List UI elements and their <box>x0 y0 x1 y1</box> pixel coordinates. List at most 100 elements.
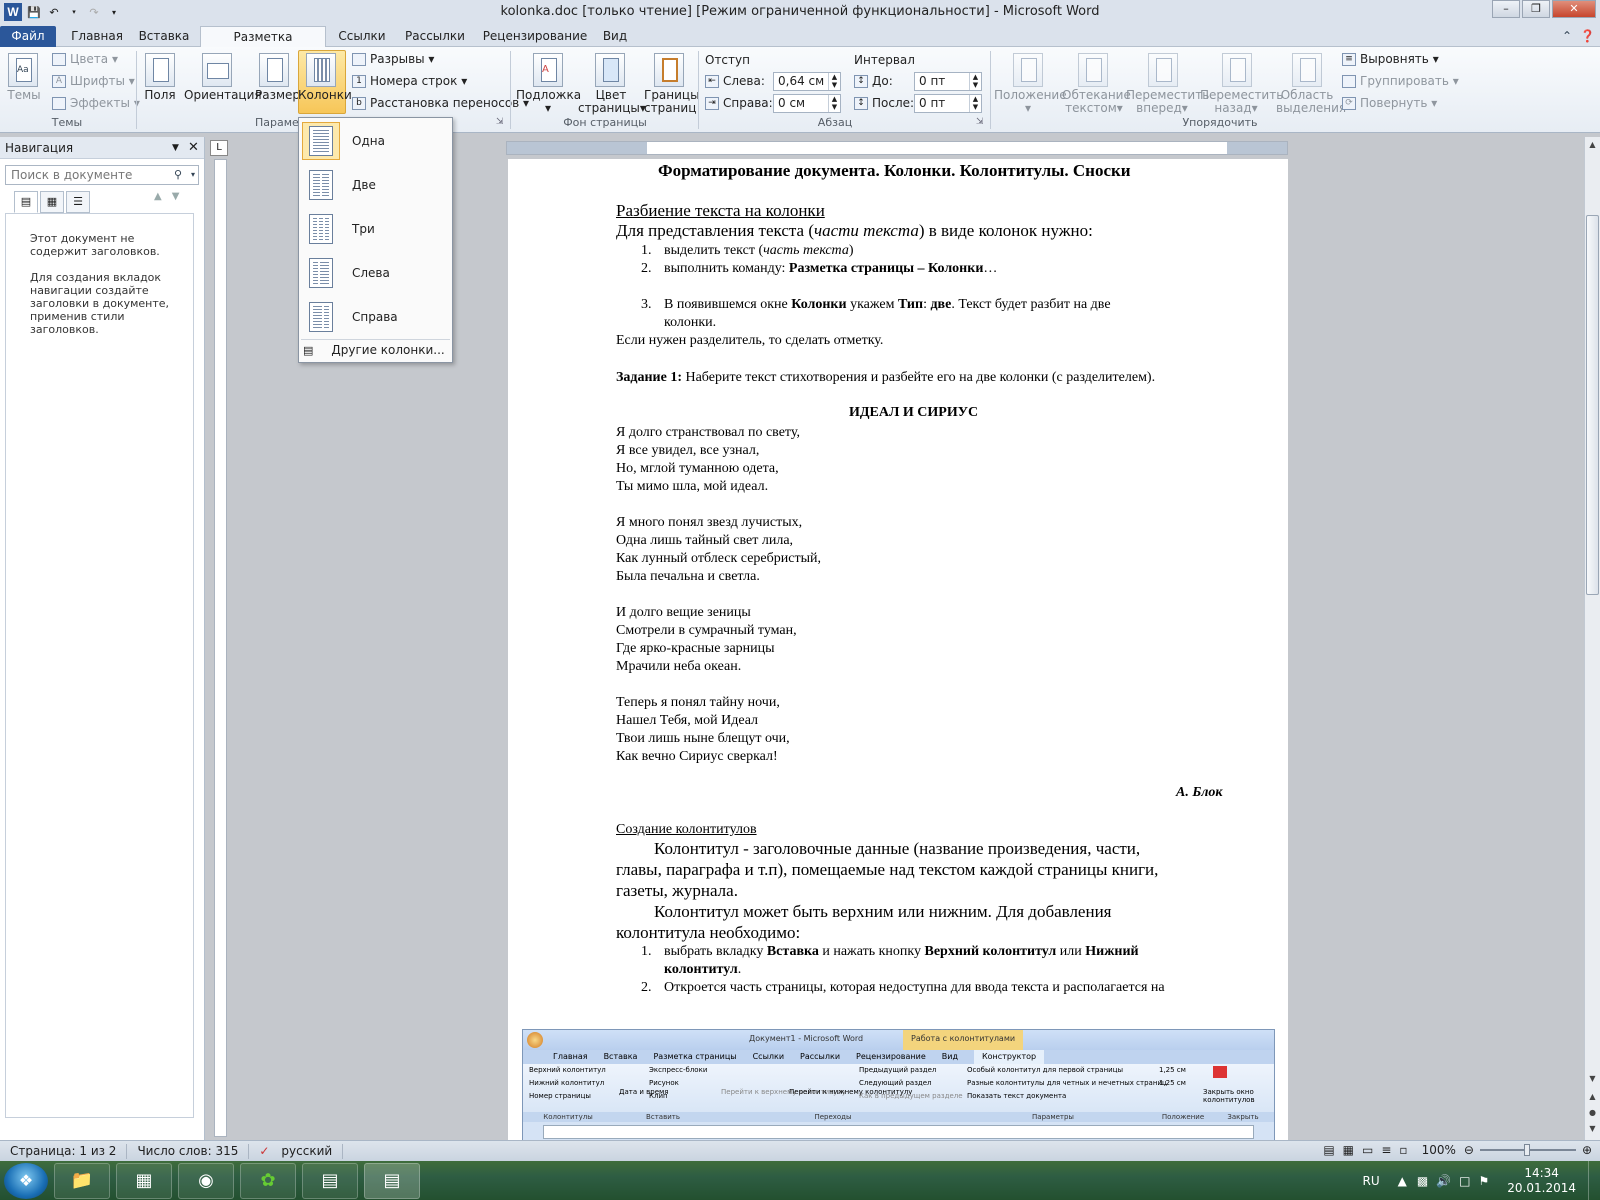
orientation-icon[interactable] <box>202 53 232 87</box>
vertical-ruler[interactable] <box>214 159 227 1137</box>
indent-right-input[interactable]: 0 см ▲ ▼ <box>773 94 841 113</box>
columns-option-left[interactable]: Слева <box>299 253 452 293</box>
columns-option-three[interactable]: Три <box>299 209 452 249</box>
nav-results-tab[interactable]: ☰ <box>66 191 90 213</box>
full-screen-reading-icon[interactable]: ▦ <box>1343 1143 1354 1157</box>
nav-search-input[interactable]: Поиск в документе ⚲ ▾ <box>5 165 199 185</box>
spin-arrows-icon[interactable]: ▲ ▼ <box>969 73 981 90</box>
restore-button[interactable]: ❐ <box>1522 0 1550 18</box>
spin-arrows-icon[interactable]: ▲ ▼ <box>828 73 840 90</box>
page-setup-dialog-launcher-icon[interactable]: ⇲ <box>496 117 504 127</box>
input-language[interactable]: RU <box>1363 1174 1380 1188</box>
page-borders-button[interactable]: Границы страниц <box>644 89 700 115</box>
bring-forward-icon[interactable] <box>1148 53 1178 87</box>
next-page-icon[interactable]: ▼ <box>1585 1121 1600 1137</box>
print-layout-icon[interactable]: ▤ <box>1323 1143 1334 1157</box>
nav-options-icon[interactable]: ▼ <box>172 143 179 153</box>
clock[interactable]: 14:34 20.01.2014 <box>1507 1166 1576 1196</box>
spin-arrows-icon[interactable]: ▲ ▼ <box>828 95 840 112</box>
zoom-out-icon[interactable]: ⊖ <box>1464 1143 1474 1157</box>
icq-taskbar-icon[interactable]: ✿ <box>240 1162 296 1199</box>
zoom-in-icon[interactable]: ⊕ <box>1582 1143 1592 1157</box>
spacing-after-input[interactable]: 0 пт ▲ ▼ <box>914 94 982 113</box>
orientation-button[interactable]: Ориентация <box>184 89 262 102</box>
fonts-button[interactable]: A Шрифты ▾ <box>52 74 135 88</box>
redo-icon[interactable]: ↷ <box>86 4 102 20</box>
prev-page-icon[interactable]: ▲ <box>1585 1089 1600 1105</box>
search-dropdown-icon[interactable]: ▾ <box>191 166 195 184</box>
indent-left-input[interactable]: 0,64 см ▲ ▼ <box>773 72 841 91</box>
zoom-slider[interactable] <box>1479 1144 1576 1156</box>
page-count[interactable]: Страница: 1 из 2 <box>0 1143 128 1159</box>
minimize-button[interactable]: – <box>1492 0 1520 18</box>
start-button[interactable]: ❖ <box>4 1162 48 1199</box>
watermark-button[interactable]: Подложка ▾ <box>516 89 581 115</box>
effects-button[interactable]: Эффекты ▾ <box>52 96 140 110</box>
tab-review[interactable]: Рецензирование <box>480 26 590 47</box>
search-icon[interactable]: ⚲ <box>174 166 182 184</box>
paragraph-dialog-launcher-icon[interactable]: ⇲ <box>976 117 984 127</box>
columns-option-two[interactable]: Две <box>299 165 452 205</box>
position-icon[interactable] <box>1013 53 1043 87</box>
themes-button[interactable]: Темы <box>2 89 46 102</box>
tab-insert[interactable]: Вставка <box>136 26 192 47</box>
show-desktop-button[interactable] <box>1588 1161 1600 1200</box>
network-icon[interactable]: ▩ <box>1417 1174 1428 1188</box>
bring-forward-button[interactable]: Переместить вперед▾ <box>1126 89 1209 115</box>
tab-selector-button[interactable]: L <box>210 140 228 156</box>
flag-icon[interactable]: ⚑ <box>1479 1174 1490 1188</box>
horizontal-ruler[interactable] <box>506 141 1288 155</box>
close-button[interactable]: ✕ <box>1552 0 1596 18</box>
undo-icon[interactable]: ↶ <box>46 4 62 20</box>
tab-references[interactable]: Ссылки <box>336 26 388 47</box>
line-numbers-button[interactable]: 1 Номера строк ▾ <box>352 74 467 88</box>
wrap-text-icon[interactable] <box>1078 53 1108 87</box>
hyphenation-button[interactable]: b Расстановка переносов ▾ <box>352 96 529 110</box>
customize-quick-access-icon[interactable]: ▾ <box>106 4 122 20</box>
colors-button[interactable]: Цвета ▾ <box>52 52 118 66</box>
firefox-taskbar-icon[interactable]: ◉ <box>178 1162 234 1199</box>
size-icon[interactable] <box>259 53 289 87</box>
nav-pages-tab[interactable]: ▦ <box>40 191 64 213</box>
send-backward-button[interactable]: Переместить назад▾ <box>1200 89 1283 115</box>
browse-object-icon[interactable]: ● <box>1585 1105 1600 1121</box>
nav-down-icon[interactable]: ▼ <box>172 191 180 213</box>
calculator-taskbar-icon[interactable]: ▦ <box>116 1162 172 1199</box>
tab-page-layout[interactable]: Разметка страницы <box>200 26 326 64</box>
page-borders-icon[interactable] <box>654 53 684 87</box>
save-icon[interactable]: 💾 <box>26 4 42 20</box>
tab-view[interactable]: Вид <box>598 26 632 47</box>
themes-icon[interactable]: Aa <box>8 53 38 87</box>
word-count[interactable]: Число слов: 315 <box>127 1143 250 1159</box>
undo-dropdown-icon[interactable]: ▾ <box>66 4 82 20</box>
app-taskbar-icon[interactable]: ▤ <box>302 1162 358 1199</box>
selection-pane-icon[interactable] <box>1292 53 1322 87</box>
minimize-ribbon-icon[interactable]: ⌃ <box>1562 29 1572 43</box>
tray-app-icon[interactable]: □ <box>1459 1174 1470 1188</box>
page-color-icon[interactable] <box>595 53 625 87</box>
tab-home[interactable]: Главная <box>66 26 128 47</box>
spin-arrows-icon[interactable]: ▲ ▼ <box>969 95 981 112</box>
document-page[interactable]: Форматирование документа. Колонки. Колон… <box>508 159 1288 1140</box>
nav-up-icon[interactable]: ▲ <box>154 191 162 213</box>
word-taskbar-icon[interactable]: ▤ <box>364 1162 420 1199</box>
breaks-button[interactable]: Разрывы ▾ <box>352 52 434 66</box>
tray-expand-icon[interactable]: ▲ <box>1398 1174 1407 1188</box>
nav-close-icon[interactable]: ✕ <box>188 140 199 155</box>
web-layout-icon[interactable]: ▭ <box>1362 1143 1373 1157</box>
spacing-before-input[interactable]: 0 пт ▲ ▼ <box>914 72 982 91</box>
rotate-button[interactable]: ⟳ Повернуть ▾ <box>1342 96 1437 110</box>
scroll-thumb[interactable] <box>1586 215 1599 595</box>
vertical-scrollbar[interactable]: ▲ ▼ ▲ ● ▼ <box>1584 137 1600 1140</box>
send-backward-icon[interactable] <box>1222 53 1252 87</box>
draft-icon[interactable]: ▫ <box>1399 1143 1407 1157</box>
position-button[interactable]: Положение ▾ <box>994 89 1067 115</box>
columns-option-one[interactable]: Одна <box>299 121 452 161</box>
selection-pane-button[interactable]: Область выделения <box>1276 89 1346 115</box>
more-columns-item[interactable]: ▤ Другие колонки... <box>303 343 445 357</box>
margins-button[interactable]: Поля <box>140 89 180 102</box>
tab-mailings[interactable]: Рассылки <box>400 26 470 47</box>
language-indicator[interactable]: ✓ русский <box>249 1143 344 1159</box>
watermark-icon[interactable]: A <box>533 53 563 87</box>
page-color-button[interactable]: Цвет страницы▾ <box>578 89 646 115</box>
